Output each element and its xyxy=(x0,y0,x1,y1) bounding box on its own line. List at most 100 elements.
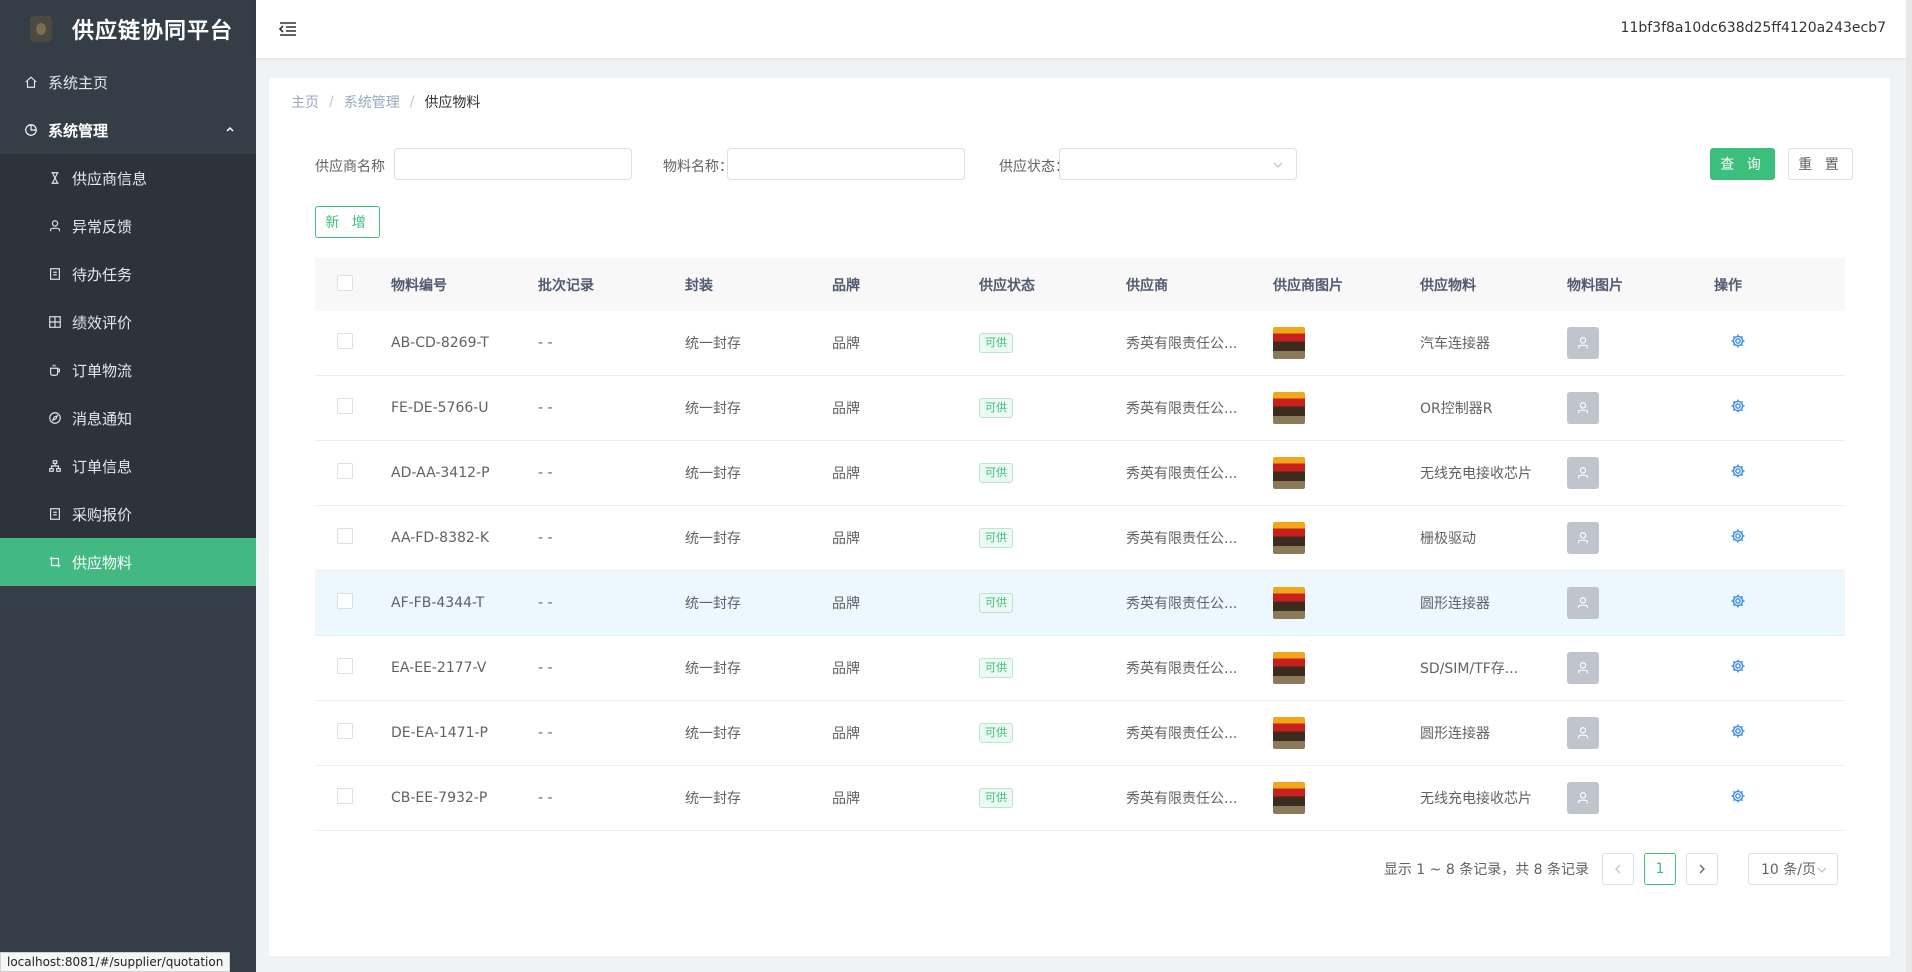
supplier-image[interactable] xyxy=(1273,392,1305,424)
gear-icon[interactable] xyxy=(1730,658,1746,674)
main-content: 主页 / 系统管理 / 供应物料 供应商名称 物料名称： 供应状态： 查 询 重… xyxy=(269,78,1890,956)
actions-cell xyxy=(1714,658,1851,678)
sidebar-item-exception-feedback[interactable]: 异常反馈 xyxy=(0,202,256,250)
row-checkbox[interactable] xyxy=(337,723,353,739)
reset-button[interactable]: 重 置 xyxy=(1788,148,1853,180)
sidebar-group-system[interactable]: 系统管理 xyxy=(0,106,256,154)
page-number-button[interactable]: 1 xyxy=(1644,853,1676,885)
material-image[interactable] xyxy=(1567,587,1599,619)
batch-record: - - xyxy=(538,335,553,351)
supplier-image[interactable] xyxy=(1273,522,1305,554)
row-select-cell xyxy=(315,723,391,743)
sidebar-item-home[interactable]: 系统主页 xyxy=(0,58,256,106)
batch-record: - - xyxy=(538,725,553,741)
sidebar-item-quotation[interactable]: 采购报价 xyxy=(0,490,256,538)
sidebar-item-performance[interactable]: 绩效评价 xyxy=(0,298,256,346)
sidebar-item-notifications[interactable]: 消息通知 xyxy=(0,394,256,442)
brand: 品牌 xyxy=(832,726,860,742)
home-icon xyxy=(24,75,38,89)
user-placeholder-icon xyxy=(1578,597,1588,609)
sidebar-item-order-logistics[interactable]: 订单物流 xyxy=(0,346,256,394)
table-row[interactable]: AD-AA-3412-P - - 统一封存 品牌 可供 秀英有限责任公... 无线充电接收芯… xyxy=(315,441,1845,506)
material-image-cell xyxy=(1567,652,1714,684)
sidebar-item-order-info[interactable]: 订单信息 xyxy=(0,442,256,490)
table-row[interactable]: AA-FD-8382-K - - 统一封存 品牌 可供 秀英有限责任公... 栅极驱动 xyxy=(315,506,1845,571)
table-row[interactable]: CB-EE-7932-P - - 统一封存 品牌 可供 秀英有限责任公... 无线充电接收芯… xyxy=(315,766,1845,831)
hourglass-icon xyxy=(48,171,62,185)
gear-icon[interactable] xyxy=(1730,788,1746,804)
material-image[interactable] xyxy=(1567,392,1599,424)
sidebar-item-label: 待办任务 xyxy=(72,265,133,284)
gear-icon[interactable] xyxy=(1730,463,1746,479)
row-checkbox[interactable] xyxy=(337,333,353,349)
material-code: AB-CD-8269-T xyxy=(391,335,489,351)
app-title: 供应链协同平台 xyxy=(72,19,234,44)
user-id[interactable]: 11bf3f8a10dc638d25ff4120a243ecb7 xyxy=(1621,20,1886,36)
material-image[interactable] xyxy=(1567,457,1599,489)
supplier-image[interactable] xyxy=(1273,457,1305,489)
supply-material: 无线充电接收芯片 xyxy=(1420,466,1532,482)
search-form: 供应商名称 物料名称： 供应状态： xyxy=(315,148,1855,182)
supplier-name: 秀英有限责任公... xyxy=(1126,401,1238,417)
sidebar-item-label: 采购报价 xyxy=(72,505,133,524)
add-button[interactable]: 新 增 xyxy=(315,206,380,238)
table-row[interactable]: FE-DE-5766-U - - 统一封存 品牌 可供 秀英有限责任公... OR控制器R xyxy=(315,376,1845,441)
supplier-name: 秀英有限责任公... xyxy=(1126,791,1238,807)
material-code: AF-FB-4344-T xyxy=(391,595,485,611)
prev-page-button[interactable] xyxy=(1602,853,1634,885)
supplier-name-input[interactable] xyxy=(394,148,632,180)
row-checkbox[interactable] xyxy=(337,658,353,674)
breadcrumb-level1[interactable]: 系统管理 xyxy=(344,92,400,112)
supplier-name: 秀英有限责任公... xyxy=(1126,596,1238,612)
supplier-image-cell xyxy=(1273,522,1420,554)
table-row[interactable]: EA-EE-2177-V - - 统一封存 品牌 可供 秀英有限责任公... SD/SIM/… xyxy=(315,636,1845,701)
menu-fold-icon[interactable] xyxy=(278,19,298,39)
supply-status-cell: 可供 xyxy=(979,658,1126,678)
row-checkbox[interactable] xyxy=(337,788,353,804)
gear-icon[interactable] xyxy=(1730,593,1746,609)
supply-status-select[interactable] xyxy=(1059,148,1297,180)
row-checkbox[interactable] xyxy=(337,398,353,414)
supplier-image[interactable] xyxy=(1273,652,1305,684)
select-all-checkbox[interactable] xyxy=(337,274,353,291)
row-checkbox[interactable] xyxy=(337,463,353,479)
supplier-image[interactable] xyxy=(1273,327,1305,359)
gear-icon[interactable] xyxy=(1730,398,1746,414)
sidebar-item-supply-materials[interactable]: 供应物料 xyxy=(0,538,256,586)
batch-record: - - xyxy=(538,595,553,611)
user-placeholder-icon xyxy=(1578,727,1588,739)
material-image[interactable] xyxy=(1567,522,1599,554)
table-row[interactable]: DE-EA-1471-P - - 统一封存 品牌 可供 秀英有限责任公... 圆形连接器 xyxy=(315,701,1845,766)
supplier-image[interactable] xyxy=(1273,587,1305,619)
sidebar-item-todo[interactable]: 待办任务 xyxy=(0,250,256,298)
column-header: 物料图片 xyxy=(1567,277,1623,294)
material-image[interactable] xyxy=(1567,782,1599,814)
material-image-cell xyxy=(1567,457,1714,489)
brand: 品牌 xyxy=(832,466,860,482)
material-image[interactable] xyxy=(1567,327,1599,359)
supplier-image[interactable] xyxy=(1273,782,1305,814)
brand: 品牌 xyxy=(832,661,860,677)
table-row[interactable]: AF-FB-4344-T - - 统一封存 品牌 可供 秀英有限责任公... 圆形连接器 xyxy=(315,571,1845,636)
material-code: DE-EA-1471-P xyxy=(391,725,488,741)
query-button[interactable]: 查 询 xyxy=(1710,148,1775,180)
packaging: 统一封存 xyxy=(685,336,741,352)
supply-material: 栅极驱动 xyxy=(1420,531,1476,547)
table-row[interactable]: AB-CD-8269-T - - 统一封存 品牌 可供 秀英有限责任公... 汽车连接器 xyxy=(315,311,1845,376)
material-name-input[interactable] xyxy=(727,148,965,180)
breadcrumb-home[interactable]: 主页 xyxy=(291,92,319,112)
material-image[interactable] xyxy=(1567,652,1599,684)
gear-icon[interactable] xyxy=(1730,333,1746,349)
page-size-select[interactable]: 10 条/页 xyxy=(1748,853,1838,885)
supply-material: OR控制器R xyxy=(1420,401,1493,417)
row-checkbox[interactable] xyxy=(337,528,353,544)
gear-icon[interactable] xyxy=(1730,528,1746,544)
sidebar-item-supplier-info[interactable]: 供应商信息 xyxy=(0,154,256,202)
row-checkbox[interactable] xyxy=(337,593,353,609)
supplier-image[interactable] xyxy=(1273,717,1305,749)
gear-icon[interactable] xyxy=(1730,723,1746,739)
next-page-button[interactable] xyxy=(1686,853,1718,885)
material-image[interactable] xyxy=(1567,717,1599,749)
supplier-image-cell xyxy=(1273,327,1420,359)
scrollbar[interactable] xyxy=(1906,0,1912,972)
